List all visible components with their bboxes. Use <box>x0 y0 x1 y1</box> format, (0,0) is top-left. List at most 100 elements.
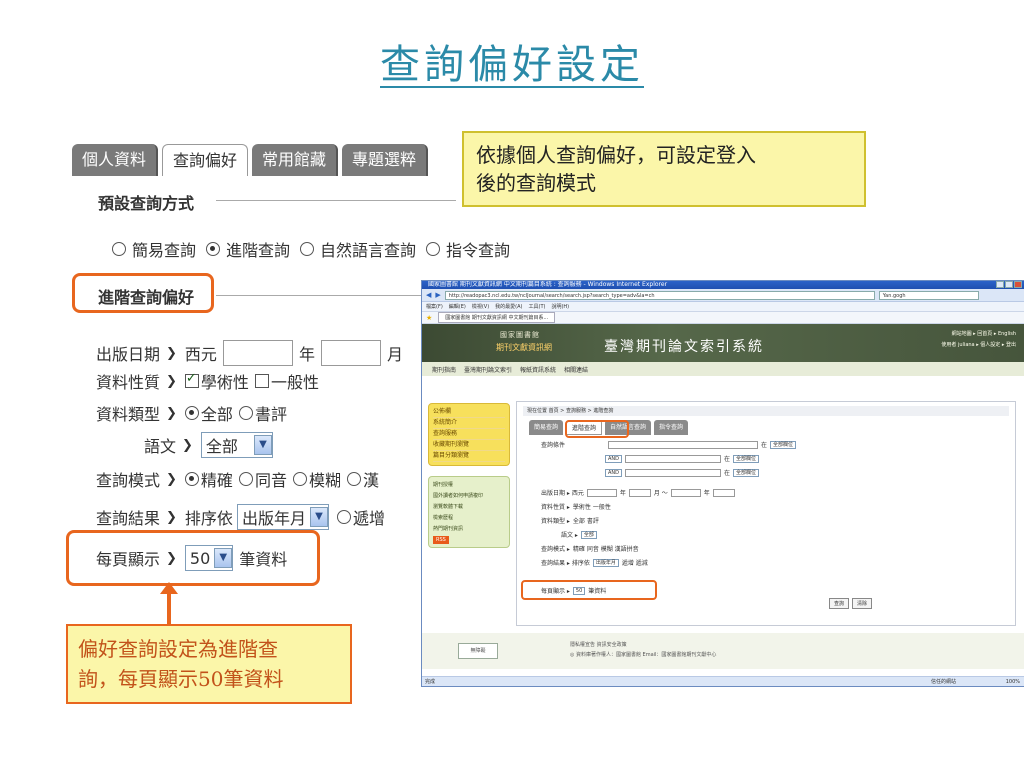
sidebar-link[interactable]: 檢索歷程 <box>433 513 505 524</box>
callout-top-line1: 依據個人查詢偏好，可設定登入 <box>476 143 756 167</box>
checkbox-academic[interactable] <box>184 371 199 388</box>
menu-tools[interactable]: 工具(T) <box>529 302 546 311</box>
field-select[interactable]: 全部欄位 <box>770 440 797 449</box>
tab-personal[interactable]: 個人資料 <box>72 144 159 176</box>
radio-homophone[interactable] <box>238 472 253 486</box>
field-select[interactable]: 全部欄位 <box>733 454 760 463</box>
sort-select[interactable]: 出版年月 ▼ <box>236 504 329 530</box>
lang-select[interactable]: 全部 <box>580 530 597 539</box>
per-page-select[interactable]: 50 ▼ <box>184 545 234 571</box>
close-icon[interactable] <box>1014 281 1022 288</box>
type-review-label: 書評 <box>254 405 287 424</box>
result-options[interactable]: 遞增 遞減 <box>622 558 648 567</box>
radio-command[interactable] <box>426 242 441 256</box>
bool-select[interactable]: AND <box>605 468 623 477</box>
maximize-icon[interactable] <box>1005 281 1013 288</box>
radio-exact[interactable] <box>184 472 199 486</box>
sidebar-item[interactable]: 公佈欄 <box>433 407 505 418</box>
field-select[interactable]: 全部欄位 <box>733 468 760 477</box>
radio-simple[interactable] <box>112 242 126 256</box>
year-input[interactable] <box>586 488 617 497</box>
nav-journal-guide[interactable]: 期刊指南 <box>432 365 456 374</box>
footer-links[interactable]: 隱私權宣告 資訊安全政策 <box>570 641 627 648</box>
menu-edit[interactable]: 編輯(E) <box>449 302 466 311</box>
radio-type-all[interactable] <box>184 406 199 420</box>
lang-row: 語文 ▸ 全部 <box>561 530 597 539</box>
date-label: 出版日期 ▸ 西元 <box>541 490 584 497</box>
nav-newspaper[interactable]: 報紙資訊系統 <box>520 365 556 374</box>
radio-ascending[interactable] <box>336 510 351 524</box>
per-page-label: 每頁顯示 <box>96 550 161 569</box>
row-result: 查詢結果 ❯ 排序依 出版年月 ▼ 遞增 <box>96 504 385 530</box>
query-input[interactable] <box>625 468 722 477</box>
tab-collection[interactable]: 常用館藏 <box>252 144 339 176</box>
search-button[interactable]: 查詢 <box>829 598 850 609</box>
result-label: 查詢結果 ▸ 排序依 <box>541 560 590 567</box>
status-text: 完成 <box>425 679 436 685</box>
menu-help[interactable]: 說明(H) <box>551 302 569 311</box>
tab-simple[interactable]: 簡易查詢 <box>529 420 564 435</box>
sidebar-item[interactable]: 收藏期刊瀏覽 <box>433 440 505 451</box>
url-input[interactable]: http://readopac3.ncl.edu.tw/nclJournal/s… <box>444 290 875 300</box>
sidebar-item[interactable]: 篇目分類瀏覽 <box>433 451 505 462</box>
menu-view[interactable]: 檢視(V) <box>472 302 489 311</box>
year-input[interactable] <box>670 488 701 497</box>
radio-natural[interactable] <box>300 242 315 256</box>
clear-button[interactable]: 清除 <box>852 598 873 609</box>
mode-label: 查詢模式 ▸ <box>541 546 570 553</box>
menu-favorites[interactable]: 我的最愛(A) <box>495 302 522 311</box>
material-options[interactable]: 學術性 一般性 <box>573 502 611 511</box>
callout-bottom-line1: 偏好查詢設定為進階查 <box>78 637 278 661</box>
query-input[interactable] <box>608 440 759 449</box>
star-icon[interactable]: ★ <box>426 314 432 322</box>
sidebar-link[interactable]: 期刊授權 <box>433 480 505 491</box>
tab-topics[interactable]: 專題選粹 <box>342 144 429 176</box>
mode-options[interactable]: 精確 同音 模糊 漢語拼音 <box>573 544 639 553</box>
query-input[interactable] <box>625 454 722 463</box>
month-input[interactable] <box>712 488 735 497</box>
checkbox-general[interactable] <box>254 374 269 388</box>
type-options[interactable]: 全部 書評 <box>573 516 599 525</box>
tab-query-preference[interactable]: 查詢偏好 <box>162 144 249 176</box>
back-icon[interactable]: ◀ <box>426 291 431 299</box>
site-nav: 期刊指南 臺灣期刊論文索引 報紙資訊系統 相關連結 <box>422 362 1024 376</box>
minimize-icon[interactable] <box>996 281 1004 288</box>
type-label: 資料類型 ▸ <box>541 518 570 525</box>
sidebar-link[interactable]: 國外讀者如何申請複印 <box>433 491 505 502</box>
exact-label: 精確 <box>200 471 233 490</box>
per-page-select[interactable]: 50 <box>572 586 586 595</box>
sidebar-link[interactable]: 瀏覽軟體下載 <box>433 502 505 513</box>
in-label: 在 <box>724 470 731 477</box>
radio-command-label: 指令查詢 <box>446 241 511 260</box>
bool-select[interactable]: AND <box>605 454 623 463</box>
month-input[interactable] <box>628 488 651 497</box>
banner-links[interactable]: 網站地圖 ▸ 回首頁 ▸ English <box>952 330 1016 337</box>
month-input[interactable] <box>320 340 381 366</box>
tab-command[interactable]: 指令查詢 <box>654 420 689 435</box>
sort-select[interactable]: 出版年月 <box>592 558 619 567</box>
sidebar-item[interactable]: 查詢服務 <box>433 429 505 440</box>
language-select[interactable]: 全部 ▼ <box>200 432 273 458</box>
general-label: 一般性 <box>270 373 319 392</box>
nav-links[interactable]: 相關連結 <box>564 365 588 374</box>
address-bar: ◀ ▶ http://readopac3.ncl.edu.tw/nclJourn… <box>422 289 1024 302</box>
browser-search-input[interactable]: Yan.gogh <box>878 290 979 300</box>
date-row: 出版日期 ▸ 西元 年 月 ～ 年 <box>541 488 735 497</box>
radio-type-review[interactable] <box>238 406 253 420</box>
sidebar-item[interactable]: 系統簡介 <box>433 418 505 429</box>
zoom-level[interactable]: 100% <box>1006 677 1020 686</box>
radio-pinyin[interactable] <box>346 472 361 486</box>
banner-user[interactable]: 使用者 juliana ▸ 個人設定 ▸ 登出 <box>941 341 1016 348</box>
radio-advanced-label: 進階查詢 <box>226 241 291 260</box>
month-label: 月 <box>386 345 403 364</box>
menu-file[interactable]: 檔案(F) <box>426 302 443 311</box>
rss-link[interactable]: RSS <box>433 536 449 544</box>
forward-icon[interactable]: ▶ <box>435 291 440 299</box>
year-input[interactable] <box>222 340 293 366</box>
nav-index[interactable]: 臺灣期刊論文索引 <box>464 365 512 374</box>
radio-fuzzy[interactable] <box>292 472 307 486</box>
radio-advanced[interactable] <box>206 242 221 256</box>
sidebar-link[interactable]: 熱門期刊資訊 <box>433 524 505 535</box>
language-label: 語文 <box>144 437 177 456</box>
browser-tab[interactable]: 國家圖書館 期刊文獻資訊網 中文期刊篇目系... <box>438 312 556 323</box>
